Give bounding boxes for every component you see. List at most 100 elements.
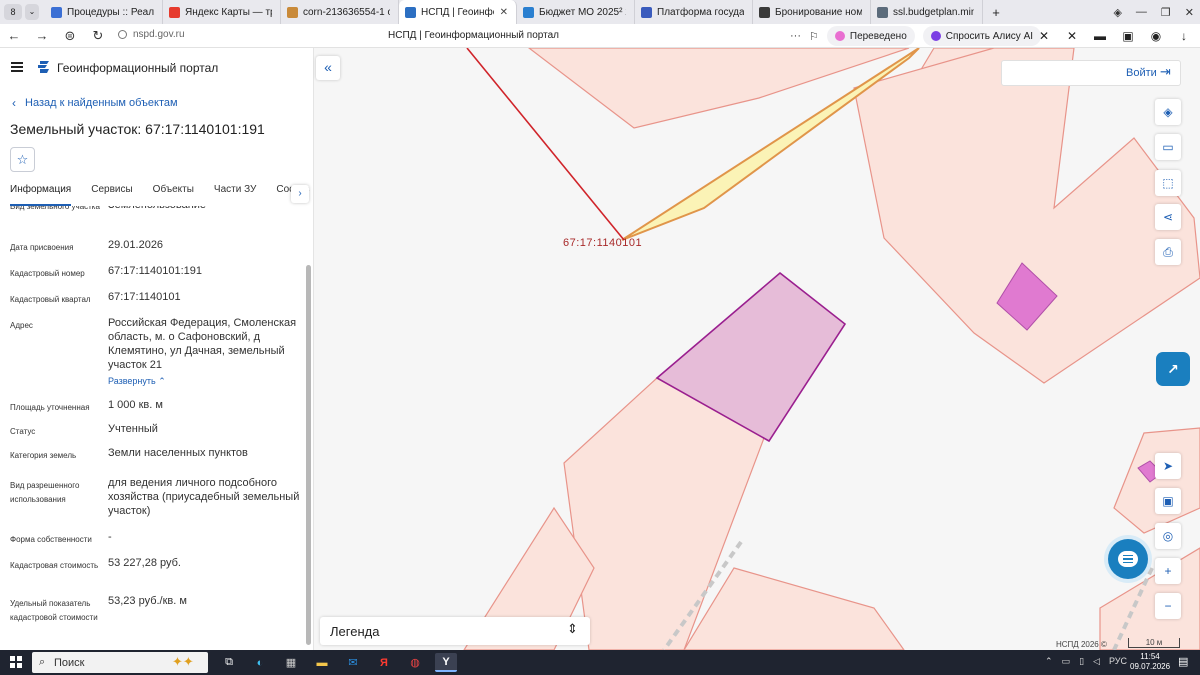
url-field[interactable]: nspd.gov.ru [118, 29, 185, 40]
share-icon: ⋖ [1162, 210, 1174, 224]
system-clock[interactable]: 11:54 09.07.2026 [1130, 652, 1170, 672]
info-tab[interactable]: Сервисы [91, 184, 132, 206]
forward-arrow-icon[interactable]: → [28, 28, 56, 43]
expand-address-link[interactable]: Развернуть ⌃ [108, 374, 166, 388]
close-window-icon[interactable]: ✕ [1185, 6, 1194, 19]
outlook-icon[interactable]: ✉ [342, 653, 364, 672]
info-tab[interactable]: Объекты [153, 184, 194, 206]
measure-button[interactable]: ▭ [1155, 134, 1181, 160]
property-key: Удельный показатель кадастровой стоимост… [10, 599, 98, 622]
info-tab[interactable]: Части ЗУ [214, 184, 256, 206]
task-view-icon[interactable]: ⧉ [218, 653, 240, 672]
geolocation-button[interactable]: ◎ [1155, 523, 1181, 549]
file-explorer-icon[interactable]: ▬ [311, 653, 333, 672]
extension-5-icon[interactable]: ◉ [1148, 28, 1164, 44]
panel-header: Геоинформационный портал [0, 48, 313, 86]
property-key: Категория земель [10, 451, 77, 460]
app-icon[interactable]: ◍ [404, 653, 426, 672]
menu-icon[interactable] [11, 62, 23, 72]
yandex-browser-icon[interactable]: Y [435, 653, 457, 672]
property-value-text: Земли населенных пунктов [108, 447, 248, 459]
restore-icon[interactable]: ❐ [1161, 6, 1171, 19]
battery-icon[interactable]: ▯ [1079, 656, 1084, 667]
tray-chevron-icon[interactable]: ⌃ [1045, 656, 1053, 667]
tab-count-badge[interactable]: 8 [4, 4, 22, 20]
info-tab[interactable]: Информация [10, 184, 72, 206]
notifications-icon[interactable]: ▤ [1178, 655, 1188, 668]
download-icon[interactable]: ↓ [1176, 28, 1192, 44]
browser-tab[interactable]: ssl.budgetplan.minfin.ru [871, 0, 983, 24]
taskbar-search[interactable]: ⌕ Поиск ✦✦ [32, 652, 208, 673]
navigate-button[interactable]: ➤ [1155, 453, 1181, 479]
browser-tab[interactable]: Яндекс Карты — трансп [163, 0, 281, 24]
tabs-scroll-right-button[interactable]: › [291, 185, 309, 203]
ask-alice-button[interactable]: Спросить Алису AI [922, 26, 1042, 46]
back-arrow-icon[interactable]: ← [0, 28, 28, 43]
property-key: Кадастровый квартал [10, 295, 91, 304]
browser-tab[interactable]: Процедуры :: Реализаци [45, 0, 163, 24]
property-value-text: 1 000 кв. м [108, 399, 163, 411]
windows-start-icon[interactable] [10, 656, 22, 668]
minimap-button[interactable]: ▣ [1155, 488, 1181, 514]
close-tab-icon[interactable]: ✕ [500, 7, 508, 18]
new-tab-button[interactable]: + [987, 5, 1005, 20]
location-pin-icon: ◎ [1162, 529, 1174, 543]
select-area-button[interactable]: ⬚ [1155, 170, 1181, 196]
legend-label: Легенда [330, 624, 380, 639]
zoom-out-button[interactable]: − [1155, 593, 1181, 619]
cadastral-map[interactable] [314, 48, 1200, 650]
property-value: Российская Федерация, Смоленская область… [108, 316, 300, 388]
browser-tab[interactable]: НСПД | Геоинформац ✕ [399, 0, 517, 24]
minimap-icon: ▣ [1162, 494, 1174, 508]
edge-icon[interactable]: ◐ [249, 653, 271, 672]
yandex-icon[interactable]: Я [373, 653, 395, 672]
reload-icon[interactable]: ↻ [84, 28, 112, 44]
legend-toggle[interactable]: Легенда ⇕ [320, 617, 590, 645]
more-options-button[interactable]: ··· [790, 30, 801, 42]
back-to-results-link[interactable]: ‹ Назад к найденным объектам [12, 96, 178, 110]
taskbar-search-label: Поиск [54, 657, 85, 669]
minimize-icon[interactable]: — [1136, 6, 1147, 18]
collapse-panel-button[interactable]: « [316, 56, 340, 80]
map-canvas[interactable] [314, 48, 1200, 650]
favorite-star-button[interactable]: ☆ [10, 147, 35, 172]
property-key: Форма собственности [10, 535, 92, 544]
bookmark-manager-icon[interactable]: ◈ [1113, 6, 1121, 19]
network-icon[interactable]: ▭ [1062, 656, 1071, 667]
panel-scrollbar[interactable] [304, 210, 312, 646]
login-label: Войти [1126, 67, 1157, 79]
browser-tab[interactable]: Бюджет МО 2025² 24,2. [517, 0, 635, 24]
property-key: Статус [10, 427, 36, 436]
bookmark-icon[interactable]: ⚐ [809, 30, 819, 43]
extension-2-icon[interactable]: ✕ [1064, 28, 1080, 44]
tab-title: Платформа государств [657, 6, 744, 18]
zoom-in-button[interactable]: + [1155, 558, 1181, 584]
property-key: Дата присвоения [10, 243, 74, 252]
clock-date: 09.07.2026 [1130, 662, 1171, 671]
extension-4-icon[interactable]: ▣ [1120, 28, 1136, 44]
expand-address-label: Развернуть [108, 376, 156, 386]
gosuslugi-feedback-icon[interactable]: ↗ [1156, 352, 1190, 386]
tab-title: corn-213636554-1 от 09. [303, 6, 390, 18]
layers-icon: ◈ [1163, 105, 1173, 119]
browser-tab[interactable]: Платформа государств [635, 0, 753, 24]
browser-tab[interactable]: corn-213636554-1 от 09. [281, 0, 399, 24]
panel-scrollbar-thumb[interactable] [306, 265, 311, 645]
browser-tab[interactable]: Бронирование номеров [753, 0, 871, 24]
lock-icon [118, 30, 127, 39]
login-button[interactable]: Войти ⇥ [1001, 60, 1181, 86]
store-icon[interactable]: ▦ [280, 653, 302, 672]
volume-icon[interactable]: ◁ [1093, 656, 1100, 667]
print-button[interactable]: ⎙ [1155, 239, 1181, 265]
tab-favicon-icon [405, 6, 416, 18]
translated-button[interactable]: Переведено [826, 26, 915, 46]
share-button[interactable]: ⋖ [1155, 204, 1181, 230]
tabs-menu-chevron-icon[interactable]: ⌄ [25, 4, 39, 20]
site-protect-icon[interactable]: ⊜ [56, 28, 84, 44]
extension-3-icon[interactable]: ▬ [1092, 28, 1108, 44]
extension-1-icon[interactable]: ✕ [1036, 28, 1052, 44]
input-language[interactable]: РУС [1109, 656, 1127, 667]
windows-taskbar: ⌕ Поиск ✦✦ ⧉ ◐ ▦ ▬ ✉ Я ◍ Y ⌃ ▭ ▯ ◁ РУС 1… [0, 650, 1200, 675]
chat-assistant-button[interactable] [1108, 539, 1148, 579]
layers-button[interactable]: ◈ [1155, 99, 1181, 125]
